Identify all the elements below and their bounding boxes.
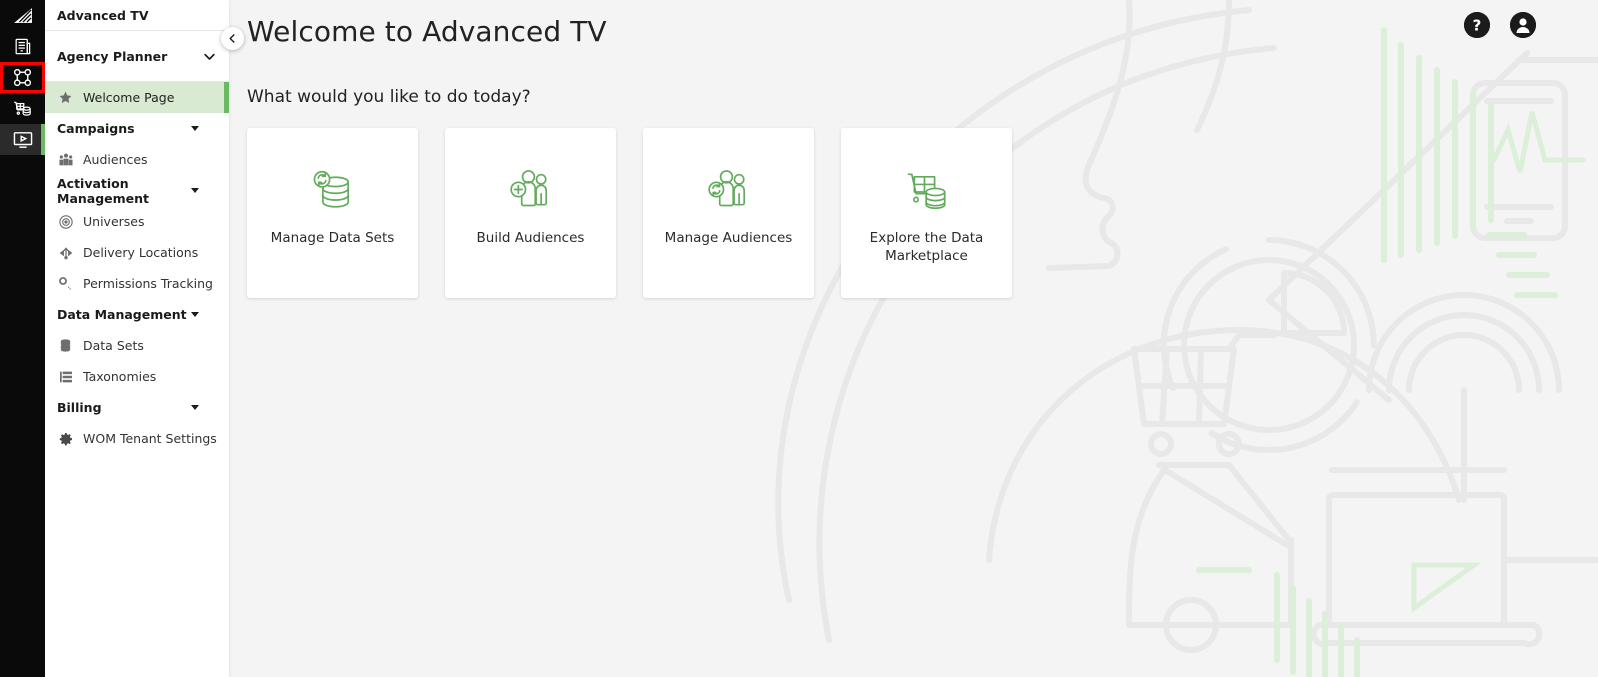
sidebar-nav: Welcome Page Campaigns Audiences Activat… (45, 82, 229, 677)
card-explore-data-marketplace[interactable]: Explore the Data Marketplace (841, 128, 1012, 298)
taxonomy-layers-icon (57, 368, 74, 385)
sidebar-group-campaigns[interactable]: Campaigns (45, 113, 229, 144)
app-window: Advanced TV Agency Planner Welcome Page … (0, 0, 1598, 677)
card-label: Build Audiences (476, 230, 585, 246)
caret-down-icon (191, 312, 199, 317)
chevron-down-icon (202, 49, 217, 64)
sidebar-item-label: Permissions Tracking (83, 276, 213, 291)
sidebar-group-billing[interactable]: Billing (45, 392, 229, 423)
refresh-person-icon (702, 164, 756, 220)
gear-icon (57, 430, 74, 447)
main-inner: Welcome to Advanced TV What would you li… (229, 0, 1598, 298)
add-person-icon (504, 164, 558, 220)
sidebar-item-label: Audiences (83, 152, 148, 167)
sidebar-item-label: Taxonomies (83, 369, 157, 384)
account-icon[interactable] (1510, 12, 1536, 38)
main-content: Welcome to Advanced TV What would you li… (229, 0, 1598, 677)
sidebar-item-welcome-page[interactable]: Welcome Page (45, 82, 229, 113)
sidebar-item-wom-tenant-settings[interactable]: WOM Tenant Settings (45, 423, 229, 454)
sidebar-item-label: Delivery Locations (83, 245, 199, 260)
rail-spacer (0, 155, 45, 677)
key-icon (57, 275, 74, 292)
universe-atom-icon (57, 213, 74, 230)
media-player-icon[interactable] (0, 124, 45, 155)
sidebar-item-data-sets[interactable]: Data Sets (45, 330, 229, 361)
icon-rail (0, 0, 45, 677)
sidebar-brand: Advanced TV (45, 0, 229, 31)
help-icon[interactable]: ? (1464, 12, 1490, 38)
app-logo-icon (0, 0, 45, 31)
sidebar-group-label: Campaigns (57, 121, 135, 136)
planner-nodes-icon[interactable] (0, 62, 45, 93)
sidebar-item-label: Welcome Page (83, 90, 175, 105)
caret-down-icon (191, 405, 199, 410)
sidebar-collapse-button[interactable] (221, 27, 244, 50)
sidebar-item-label: Data Sets (83, 338, 144, 353)
chevron-left-icon (229, 34, 235, 43)
sidebar-group-label: Billing (57, 400, 102, 415)
workspace-selector[interactable]: Agency Planner (45, 31, 229, 82)
sidebar-item-taxonomies[interactable]: Taxonomies (45, 361, 229, 392)
sidebar-item-permissions-tracking[interactable]: Permissions Tracking (45, 268, 229, 299)
action-cards: Manage Data Sets Build Audiences Manage … (247, 128, 1598, 298)
card-label: Manage Data Sets (270, 230, 395, 246)
sidebar-group-data-management[interactable]: Data Management (45, 299, 229, 330)
reports-icon[interactable] (0, 31, 45, 62)
database-refresh-icon (306, 164, 360, 220)
sidebar-group-label: Activation Management (57, 175, 150, 206)
people-group-icon (57, 151, 74, 168)
sidebar-item-label: Universes (83, 214, 145, 229)
database-icon (57, 337, 74, 354)
card-label: Manage Audiences (664, 230, 793, 246)
anchor-delivery-icon (57, 244, 74, 261)
svg-text:?: ? (1473, 17, 1482, 35)
caret-down-icon (191, 188, 199, 193)
header-actions: ? (1464, 12, 1536, 38)
cart-database-icon (900, 164, 954, 220)
star-icon (57, 89, 74, 106)
sidebar-group-activation-management[interactable]: Activation Management (45, 175, 229, 206)
sidebar-item-universes[interactable]: Universes (45, 206, 229, 237)
card-manage-data-sets[interactable]: Manage Data Sets (247, 128, 418, 298)
workspace-selector-label: Agency Planner (57, 48, 168, 64)
sidebar-group-label: Data Management (57, 307, 187, 322)
card-build-audiences[interactable]: Build Audiences (445, 128, 616, 298)
card-manage-audiences[interactable]: Manage Audiences (643, 128, 814, 298)
sidebar-item-label: WOM Tenant Settings (83, 431, 217, 446)
sidebar: Advanced TV Agency Planner Welcome Page … (45, 0, 229, 677)
page-title: Welcome to Advanced TV (247, 15, 607, 48)
sidebar-item-delivery-locations[interactable]: Delivery Locations (45, 237, 229, 268)
sidebar-item-audiences[interactable]: Audiences (45, 144, 229, 175)
caret-down-icon (191, 126, 199, 131)
page-subtitle: What would you like to do today? (247, 87, 531, 107)
marketplace-cart-icon[interactable] (0, 93, 45, 124)
card-label: Explore the Data Marketplace (869, 230, 984, 265)
